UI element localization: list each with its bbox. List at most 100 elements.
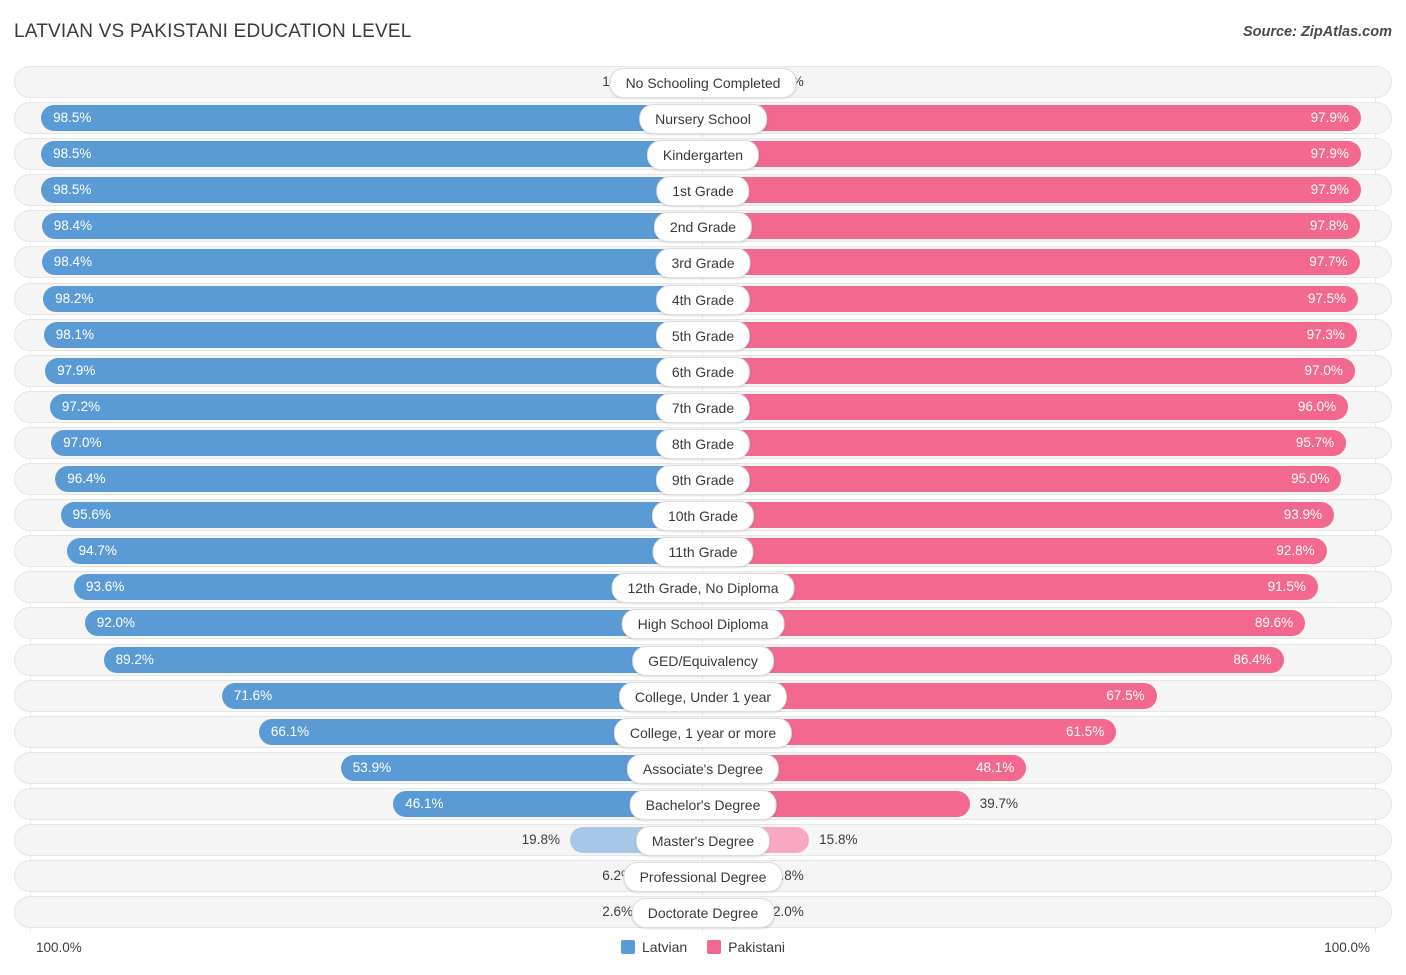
row-half-latvian: 92.0%	[14, 607, 703, 639]
bar-pakistani[interactable]: 97.0%	[703, 357, 1355, 384]
category-label[interactable]: GED/Equivalency	[632, 645, 774, 676]
category-label[interactable]: 11th Grade	[652, 537, 754, 568]
row-half-latvian: 53.9%	[14, 752, 703, 784]
category-label[interactable]: 3rd Grade	[655, 248, 751, 279]
bar-pakistani[interactable]: 91.5%	[703, 574, 1318, 601]
bar-value-latvian: 66.1%	[270, 723, 310, 739]
bar-pakistani[interactable]: 97.9%	[703, 105, 1361, 132]
bar-value-latvian: 98.5%	[53, 182, 92, 198]
category-label[interactable]: No Schooling Completed	[609, 68, 797, 98]
category-label[interactable]: Kindergarten	[646, 140, 760, 171]
row-half-pakistani: 92.8%	[703, 535, 1392, 567]
bar-pakistani[interactable]: 96.0%	[703, 393, 1349, 420]
bar-pakistani[interactable]: 95.0%	[703, 466, 1342, 493]
bar-pakistani[interactable]: 97.8%	[703, 213, 1361, 240]
bar-latvian[interactable]: 98.5%	[41, 105, 703, 132]
row-half-latvian: 89.2%	[14, 644, 703, 676]
bar-value-latvian: 46.1%	[405, 795, 444, 811]
bar-pakistani[interactable]: 95.7%	[703, 429, 1347, 456]
bar-pakistani[interactable]: 97.7%	[703, 249, 1360, 276]
bar-latvian[interactable]: 97.0%	[51, 429, 703, 456]
bar-pakistani[interactable]: 97.9%	[703, 141, 1361, 168]
category-label[interactable]: Nursery School	[639, 104, 767, 135]
bar-latvian[interactable]: 98.5%	[41, 177, 703, 204]
bar-latvian[interactable]: 89.2%	[103, 646, 703, 673]
bar-pakistani[interactable]: 86.4%	[703, 646, 1284, 673]
row-half-latvian: 93.6%	[14, 571, 703, 603]
bar-latvian[interactable]: 92.0%	[84, 610, 703, 637]
row-half-latvian: 66.1%	[14, 716, 703, 748]
bar-pakistani[interactable]: 89.6%	[703, 610, 1306, 637]
bar-pakistani[interactable]: 97.3%	[703, 321, 1357, 348]
category-label[interactable]: 4th Grade	[655, 284, 751, 315]
bar-pakistani[interactable]: 92.8%	[703, 538, 1327, 565]
bar-value-latvian: 92.0%	[96, 615, 136, 631]
legend-item-latvian[interactable]: Latvian	[621, 939, 687, 955]
bar-value-pakistani: 96.0%	[1297, 398, 1337, 414]
bar-value-pakistani: 97.7%	[1309, 254, 1348, 270]
row-half-pakistani: 93.9%	[703, 499, 1392, 531]
row-half-latvian: 98.5%	[14, 174, 703, 206]
bar-value-pakistani: 39.7%	[979, 795, 1019, 811]
bar-value-pakistani: 93.9%	[1283, 507, 1322, 523]
chart-row: 2.6% 2.0% Doctorate Degree	[14, 896, 1392, 929]
chart-row: 97.2% 96.0% 7th Grade	[14, 390, 1392, 423]
category-label[interactable]: 12th Grade, No Diploma	[611, 573, 795, 604]
category-label[interactable]: High School Diploma	[621, 609, 785, 640]
chart-row: 89.2% 86.4% GED/Equivalency	[14, 643, 1392, 676]
legend-swatch-pakistani	[707, 940, 722, 954]
bar-latvian[interactable]: 98.5%	[41, 141, 703, 168]
row-half-pakistani: 97.9%	[703, 174, 1392, 206]
bar-latvian[interactable]: 93.6%	[74, 574, 703, 601]
bar-pakistani[interactable]: 97.5%	[703, 285, 1359, 312]
bar-latvian[interactable]: 98.4%	[41, 249, 703, 276]
chart-row: 19.8% 15.8% Master's Degree	[14, 823, 1392, 856]
bar-latvian[interactable]: 97.2%	[49, 393, 703, 420]
bar-value-pakistani: 97.3%	[1306, 326, 1345, 342]
bar-value-latvian: 89.2%	[115, 651, 154, 667]
bar-value-pakistani: 97.0%	[1304, 362, 1343, 378]
row-half-latvian: 97.9%	[14, 355, 703, 387]
bar-latvian[interactable]: 98.2%	[43, 285, 703, 312]
category-label[interactable]: 9th Grade	[655, 465, 751, 496]
category-label[interactable]: 6th Grade	[655, 356, 751, 387]
bar-pakistani[interactable]: 97.9%	[703, 177, 1361, 204]
category-label[interactable]: Professional Degree	[623, 862, 783, 893]
category-label[interactable]: 5th Grade	[655, 320, 751, 351]
bar-value-pakistani: 86.4%	[1233, 651, 1272, 667]
bar-latvian[interactable]: 98.1%	[43, 321, 703, 348]
chart-row: 98.5% 97.9% 1st Grade	[14, 174, 1392, 207]
chart-row: 92.0% 89.6% High School Diploma	[14, 607, 1392, 640]
bar-value-pakistani: 91.5%	[1267, 579, 1306, 595]
bar-value-latvian: 98.5%	[53, 110, 92, 126]
category-label[interactable]: Bachelor's Degree	[629, 789, 777, 820]
category-label[interactable]: 10th Grade	[651, 501, 755, 532]
bar-latvian[interactable]: 98.4%	[41, 213, 703, 240]
source-attribution: Source: ZipAtlas.com	[1242, 24, 1392, 40]
row-half-latvian: 71.6%	[14, 680, 703, 712]
legend-item-pakistani[interactable]: Pakistani	[707, 939, 785, 955]
chart-row: 98.5% 97.9% Kindergarten	[14, 138, 1392, 171]
bar-latvian[interactable]: 95.6%	[60, 502, 703, 529]
category-label[interactable]: 8th Grade	[655, 428, 751, 459]
category-label[interactable]: Doctorate Degree	[631, 898, 775, 929]
bar-latvian[interactable]: 94.7%	[66, 538, 703, 565]
category-label[interactable]: 2nd Grade	[653, 212, 753, 243]
row-half-pakistani: 95.0%	[703, 463, 1392, 495]
page-title: LATVIAN VS PAKISTANI EDUCATION LEVEL	[14, 21, 412, 42]
bar-latvian[interactable]: 96.4%	[55, 466, 703, 493]
chart-row: 97.9% 97.0% 6th Grade	[14, 354, 1392, 387]
category-label[interactable]: 7th Grade	[655, 392, 751, 423]
row-half-latvian: 95.6%	[14, 499, 703, 531]
category-label[interactable]: 1st Grade	[656, 176, 750, 207]
category-label[interactable]: College, Under 1 year	[618, 681, 788, 712]
row-half-latvian: 98.4%	[14, 246, 703, 278]
row-half-pakistani: 97.9%	[703, 102, 1392, 134]
row-half-pakistani: 89.6%	[703, 607, 1392, 639]
bar-pakistani[interactable]: 93.9%	[703, 502, 1334, 529]
category-label[interactable]: Master's Degree	[635, 825, 771, 856]
bar-latvian[interactable]: 97.9%	[45, 357, 703, 384]
category-label[interactable]: College, 1 year or more	[613, 717, 793, 748]
category-label[interactable]: Associate's Degree	[626, 753, 780, 784]
bar-value-pakistani: 95.0%	[1291, 471, 1330, 487]
